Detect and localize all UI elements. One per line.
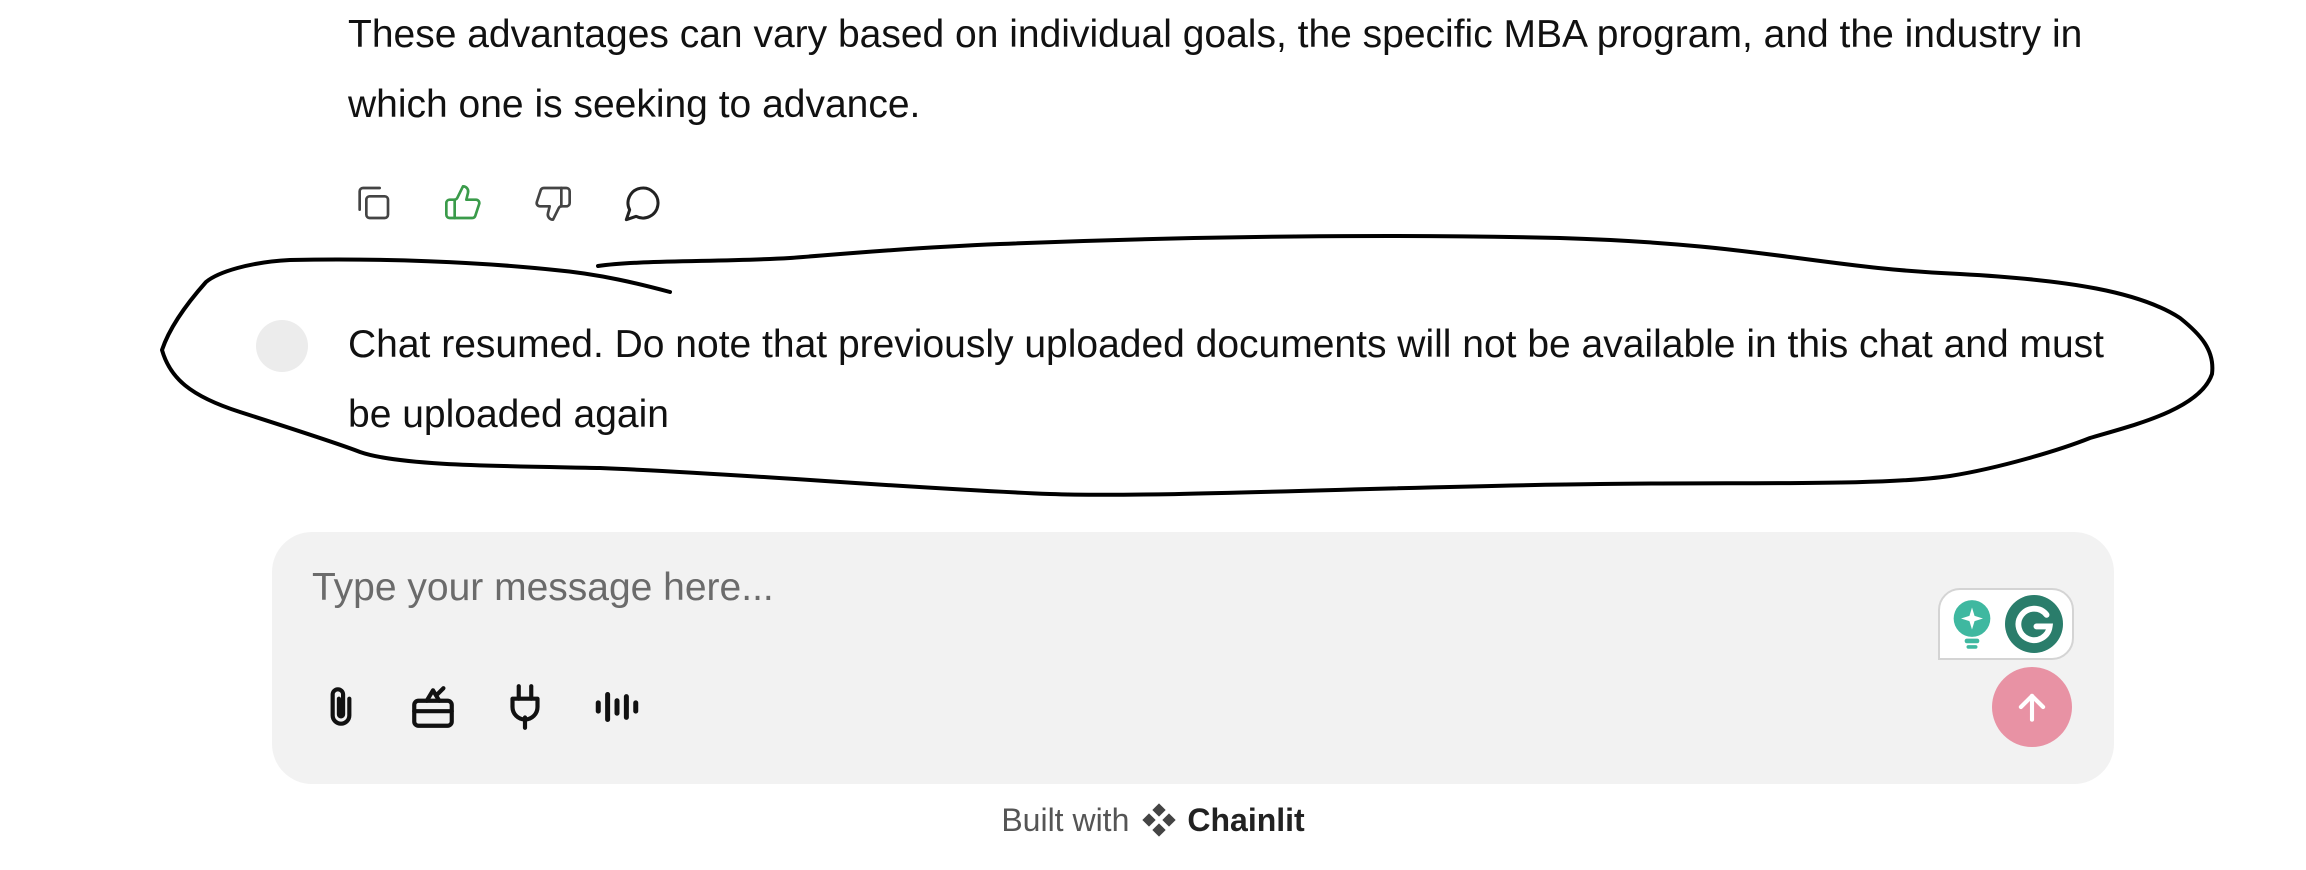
- thumbs-up-button[interactable]: [442, 182, 484, 224]
- chainlit-logo-icon: [1142, 803, 1177, 837]
- copy-button[interactable]: [352, 182, 394, 224]
- send-button[interactable]: [1992, 667, 2072, 747]
- audio-waveform-icon: [595, 692, 639, 722]
- arrow-up-icon: [2018, 693, 2046, 722]
- plugin-button[interactable]: [500, 680, 550, 734]
- copy-icon: [358, 186, 390, 220]
- system-message-text: Chat resumed. Do note that previously up…: [348, 323, 2105, 436]
- message-input[interactable]: [312, 566, 1812, 610]
- message-actions: [352, 182, 664, 224]
- lightbulb-icon: [1953, 600, 1990, 649]
- thumbs-down-icon: [535, 186, 571, 222]
- plug-icon: [510, 684, 540, 730]
- grammarly-icon: [2004, 595, 2063, 653]
- tasks-button[interactable]: [408, 680, 458, 734]
- message-composer: [272, 532, 2114, 784]
- thumbs-down-button[interactable]: [532, 182, 574, 224]
- paperclip-icon: [330, 687, 352, 726]
- comment-button[interactable]: [622, 182, 664, 224]
- footer: Built with Chainlit: [0, 800, 2306, 840]
- grammarly-widget[interactable]: [1938, 588, 2074, 660]
- avatar: [256, 320, 308, 372]
- attach-file-button[interactable]: [316, 680, 366, 734]
- chainlit-link[interactable]: Chainlit: [1187, 802, 1304, 839]
- assistant-message-text: These advantages can vary based on indiv…: [348, 13, 2083, 126]
- tasks-icon: [412, 686, 454, 728]
- thumbs-up-icon: [445, 184, 481, 220]
- comment-icon: [624, 186, 660, 222]
- built-with-text: Built with: [1001, 801, 1130, 838]
- composer-toolbar: [316, 680, 642, 734]
- voice-button[interactable]: [592, 680, 642, 734]
